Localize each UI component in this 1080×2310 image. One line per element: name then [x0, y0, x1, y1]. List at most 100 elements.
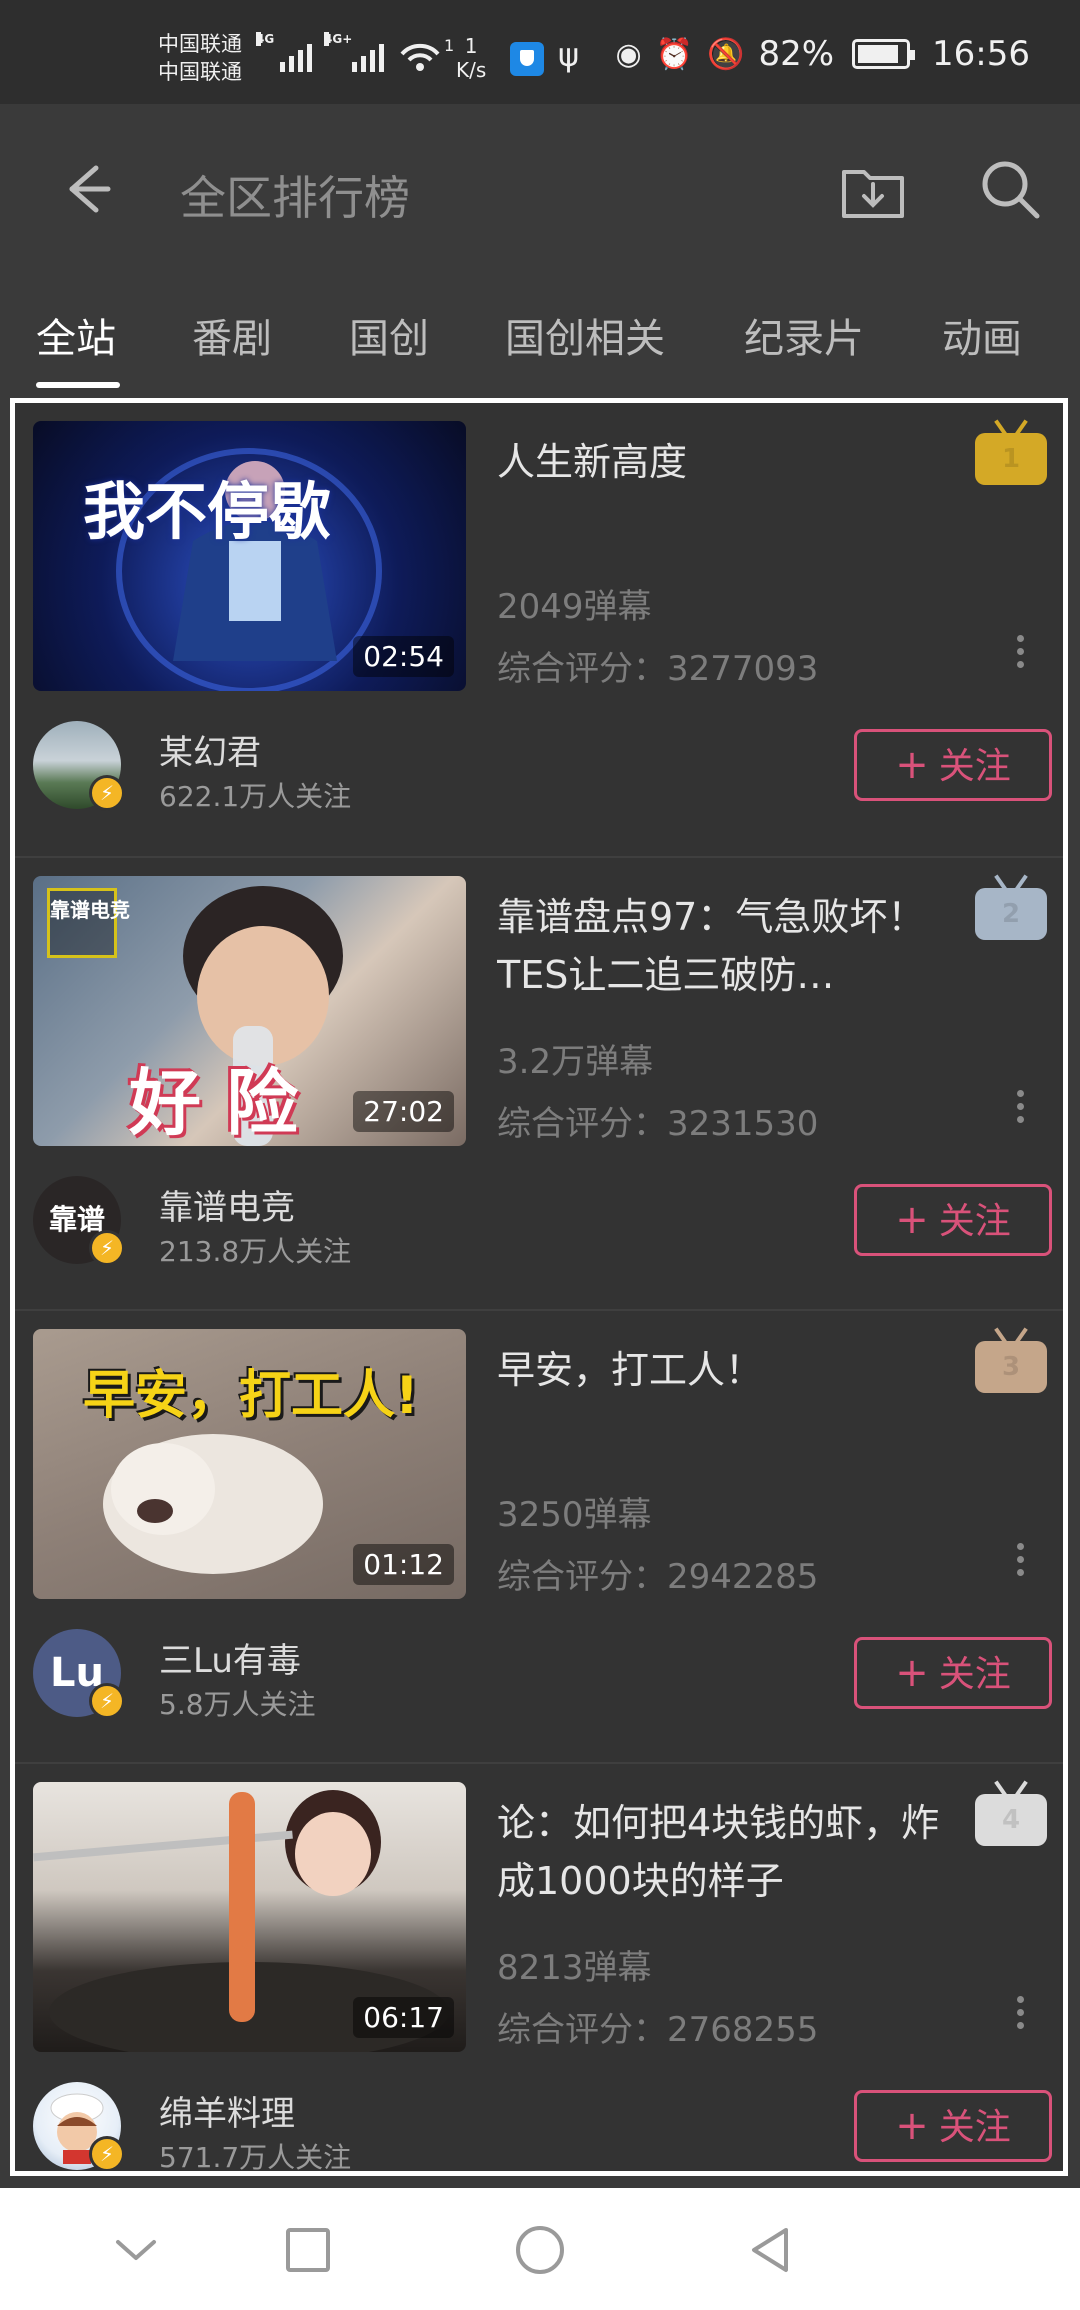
video-thumbnail[interactable]: 06:17	[33, 1782, 466, 2052]
score-value: 3231530	[667, 1104, 819, 1144]
tab-bangumi[interactable]: 番剧	[192, 306, 272, 364]
list-item[interactable]: 06:17 论：如何把4块钱的虾，炸成1000块的样子 4 8213弹幕 综合评…	[15, 1762, 1063, 2174]
follow-label: 关注	[938, 1654, 1011, 1695]
tab-documentary[interactable]: 纪录片	[744, 306, 864, 364]
mute-bell-icon: 🔕	[707, 36, 745, 72]
tab-guochuang[interactable]: 国创	[349, 306, 429, 364]
video-duration: 01:12	[353, 1544, 454, 1585]
follow-label: 关注	[938, 1201, 1011, 1242]
sim1-tag: 4G	[256, 32, 275, 46]
uploader-name[interactable]: 靠谱电竞	[159, 1180, 295, 1229]
square-icon[interactable]	[276, 2218, 340, 2282]
wifi-sup: 1	[444, 36, 455, 55]
verified-lightning-icon: ⚡	[89, 1683, 125, 1719]
uploader-avatar-wrap[interactable]: ⚡	[33, 721, 129, 817]
score-label: 综合评分：	[497, 1104, 667, 1144]
thumbnail-caption: 好 险	[129, 1061, 299, 1145]
video-title[interactable]: 早安，打工人！	[497, 1341, 967, 1399]
tab-animation[interactable]: 动画	[942, 306, 1022, 364]
follow-label: 关注	[938, 746, 1011, 787]
more-vertical-icon[interactable]	[1005, 629, 1035, 685]
tab-guochuang-related[interactable]: 国创相关	[505, 306, 665, 364]
more-vertical-icon[interactable]	[1005, 1990, 1035, 2046]
uploader-name[interactable]: 某幻君	[159, 725, 261, 774]
speed-unit: K/s	[456, 58, 487, 82]
signal-icon: 4G	[256, 32, 312, 72]
chevron-down-icon[interactable]	[104, 2218, 168, 2282]
danmaku-count: 8213弹幕	[497, 1948, 652, 1988]
usb-icon: ψ	[558, 36, 580, 74]
carrier-labels: 中国联通 中国联通	[158, 30, 242, 86]
danmaku-count: 3.2万弹幕	[497, 1042, 654, 1082]
more-vertical-icon[interactable]	[1005, 1084, 1035, 1140]
video-thumbnail[interactable]: 早安，打工人! 01:12	[33, 1329, 466, 1599]
uploader-avatar-wrap[interactable]: Lu ⚡	[33, 1629, 129, 1725]
score-line: 综合评分：2768255	[497, 2002, 818, 2051]
download-folder-icon[interactable]	[838, 156, 908, 226]
video-thumbnail[interactable]: 我不停歇 02:54	[33, 421, 466, 691]
follow-button[interactable]: + 关注	[854, 1637, 1052, 1709]
list-item[interactable]: 我不停歇 02:54 人生新高度 1 2049弹幕 综合评分：3277093 ⚡…	[15, 403, 1063, 856]
circle-icon[interactable]	[508, 2218, 572, 2282]
danmaku-count: 3250弹幕	[497, 1495, 652, 1535]
rank-badge: 4	[975, 1794, 1047, 1846]
follower-count: 571.7万人关注	[159, 2141, 352, 2174]
triangle-back-icon[interactable]	[738, 2218, 802, 2282]
plus-icon: +	[895, 742, 929, 788]
score-label: 综合评分：	[497, 649, 667, 689]
score-label: 综合评分：	[497, 2010, 667, 2050]
thumbnail-caption: 早安，打工人!	[83, 1366, 419, 1426]
uploader-name[interactable]: 绵羊料理	[159, 2086, 295, 2135]
follow-label: 关注	[938, 2107, 1011, 2148]
video-title[interactable]: 论：如何把4块钱的虾，炸成1000块的样子	[497, 1794, 967, 1910]
wifi-icon	[400, 43, 440, 71]
video-title[interactable]: 靠谱盘点97：气急败坏！TES让二追三破防…	[497, 888, 967, 1004]
list-item[interactable]: 早安，打工人! 01:12 早安，打工人！ 3 3250弹幕 综合评分：2942…	[15, 1309, 1063, 1762]
eye-icon: ◉	[615, 36, 642, 72]
category-tabs: 全站 番剧 国创 国创相关 纪录片 动画	[0, 290, 1080, 390]
uploader-avatar-wrap[interactable]: ⚡	[33, 2082, 129, 2171]
verified-lightning-icon: ⚡	[89, 1230, 125, 1266]
follower-count: 5.8万人关注	[159, 1688, 316, 1721]
signal-indicators: 4G 4G+ 1	[256, 32, 455, 72]
score-line: 综合评分：3277093	[497, 641, 818, 690]
tab-all[interactable]: 全站	[36, 306, 116, 364]
uploader-avatar-wrap[interactable]: 靠谱 ⚡	[33, 1176, 129, 1272]
channel-logo: 靠谱电竞	[47, 888, 130, 958]
alarm-icon: ⏰	[655, 36, 694, 72]
score-value: 2768255	[667, 2010, 819, 2050]
uploader-name[interactable]: 三Lu有毒	[159, 1633, 301, 1682]
thumbnail-caption: 我不停歇	[83, 475, 332, 548]
clock: 16:56	[932, 34, 1030, 74]
arrow-left-icon[interactable]	[50, 154, 120, 224]
active-tab-indicator	[36, 382, 120, 388]
ranking-list: 我不停歇 02:54 人生新高度 1 2049弹幕 综合评分：3277093 ⚡…	[10, 398, 1068, 2176]
system-nav-bar	[0, 2188, 1080, 2310]
plus-icon: +	[895, 2103, 929, 2149]
plus-icon: +	[895, 1650, 929, 1696]
score-value: 3277093	[667, 649, 819, 689]
battery-percent: 82%	[758, 34, 835, 74]
follow-button[interactable]: + 关注	[854, 1184, 1052, 1256]
video-title[interactable]: 人生新高度	[497, 433, 967, 491]
rank-badge: 1	[975, 433, 1047, 485]
follower-count: 213.8万人关注	[159, 1235, 352, 1268]
rank-badge: 3	[975, 1341, 1047, 1393]
shield-icon	[510, 42, 544, 76]
follow-button[interactable]: + 关注	[854, 729, 1052, 801]
video-thumbnail[interactable]: 靠谱电竞 好 险 27:02	[33, 876, 466, 1146]
search-icon[interactable]	[975, 154, 1045, 224]
plus-icon: +	[895, 1197, 929, 1243]
video-duration: 06:17	[353, 1997, 454, 2038]
carrier-2: 中国联通	[158, 60, 242, 84]
follow-button[interactable]: + 关注	[854, 2090, 1052, 2162]
status-bar: 中国联通 中国联通 4G 4G+ 1 1 K/s ψ ◉ ⏰ 🔕 82% 16:…	[0, 0, 1080, 104]
list-item[interactable]: 靠谱电竞 好 险 27:02 靠谱盘点97：气急败坏！TES让二追三破防… 2 …	[15, 856, 1063, 1309]
video-duration: 27:02	[353, 1091, 454, 1132]
app-header: 全区排行榜	[0, 104, 1080, 272]
score-label: 综合评分：	[497, 1557, 667, 1597]
verified-lightning-icon: ⚡	[89, 2136, 125, 2171]
network-speed: 1 K/s	[456, 34, 486, 82]
sim2-tag: 4G+	[324, 32, 353, 46]
more-vertical-icon[interactable]	[1005, 1537, 1035, 1593]
